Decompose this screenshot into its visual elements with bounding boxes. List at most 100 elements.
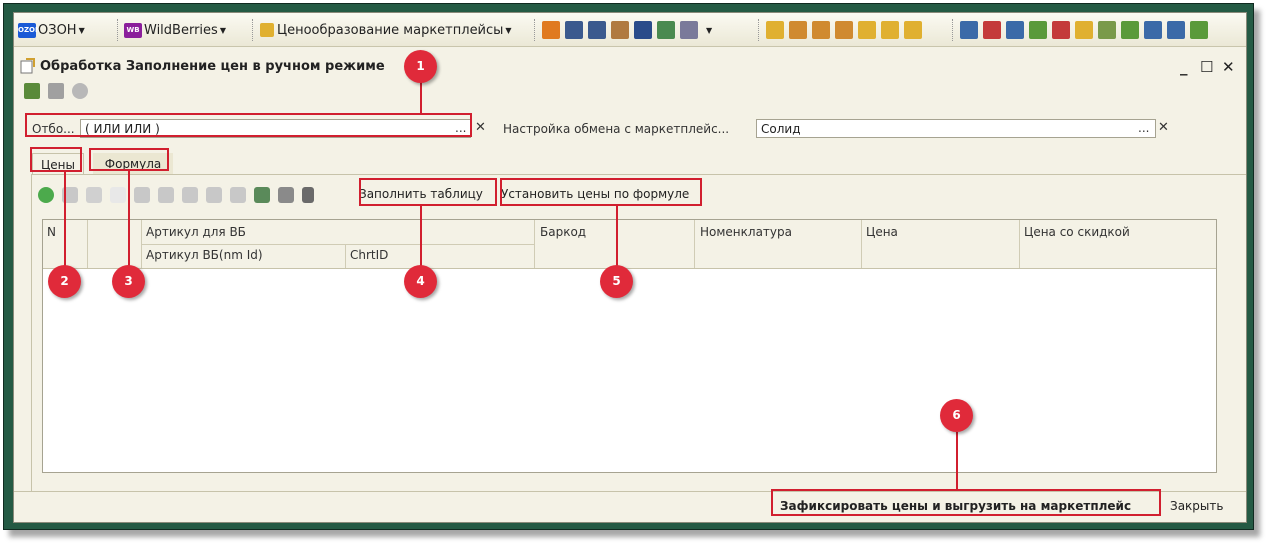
- prices-table[interactable]: N Артикул для ВБ Артикул ВБ(nm Id) ChrtI…: [42, 219, 1217, 473]
- check-all-icon[interactable]: [254, 187, 270, 203]
- close-button[interactable]: Закрыть: [1170, 499, 1223, 513]
- wildberries-menu[interactable]: WB WildBerries ▼: [124, 19, 228, 41]
- printer-icon[interactable]: [565, 21, 583, 39]
- swap-icon[interactable]: [1121, 21, 1139, 39]
- toolbar-separator: [534, 19, 538, 41]
- edit-icon[interactable]: [86, 187, 102, 203]
- swap-icon[interactable]: [1029, 21, 1047, 39]
- table-command-bar: [38, 184, 322, 206]
- toolbar-icons-3: [960, 19, 1213, 41]
- column-divider: [345, 244, 346, 268]
- column-header-barcode[interactable]: Баркод: [540, 225, 586, 239]
- table-icon[interactable]: [657, 21, 675, 39]
- exchange-icon[interactable]: [1006, 21, 1024, 39]
- exchange-value: Солид: [761, 122, 801, 136]
- column-header-article-wb[interactable]: Артикул для ВБ: [146, 225, 246, 239]
- toolbar-separator: [117, 19, 121, 41]
- move-down-icon[interactable]: [182, 187, 198, 203]
- highlight-filter-field: [25, 113, 472, 137]
- exchange-icon[interactable]: [960, 21, 978, 39]
- uncheck-all-icon[interactable]: [278, 187, 294, 203]
- minimize-icon[interactable]: _: [1180, 58, 1188, 76]
- end-edit-icon[interactable]: [134, 187, 150, 203]
- delete-icon[interactable]: [110, 187, 126, 203]
- column-header-chrtid[interactable]: ChrtID: [350, 248, 388, 262]
- add-icon[interactable]: [38, 187, 54, 203]
- user-coins-icon[interactable]: [835, 21, 853, 39]
- books-icon[interactable]: [542, 21, 560, 39]
- column-divider: [1019, 220, 1020, 268]
- application-window: OZON ОЗОН ▼ WB WildBerries ▼ Ценообразов…: [13, 12, 1247, 523]
- callout-connector-4: [420, 206, 422, 269]
- form-toolbar: [24, 83, 96, 103]
- exchange-select-button[interactable]: ...: [1138, 121, 1149, 135]
- maximize-icon[interactable]: ☐: [1200, 58, 1213, 76]
- document-refresh-icon[interactable]: [1167, 21, 1185, 39]
- toolbar-icons-2: [766, 19, 927, 41]
- callout-connector-6: [956, 432, 958, 489]
- swap-icon[interactable]: [1052, 21, 1070, 39]
- coins-icon[interactable]: [1075, 21, 1093, 39]
- pricing-menu-label: Ценообразование маркетплейсы: [277, 22, 504, 38]
- callout-badge-3: 3: [112, 265, 145, 298]
- callout-badge-4: 4: [404, 265, 437, 298]
- ozon-menu-label: ОЗОН: [38, 22, 77, 38]
- swap-icon[interactable]: [983, 21, 1001, 39]
- window-title: Обработка Заполнение цен в ручном режиме: [40, 59, 385, 74]
- sort-desc-icon[interactable]: [230, 187, 246, 203]
- column-header-nomenclature[interactable]: Номенклатура: [700, 225, 792, 239]
- user-coins-icon[interactable]: [789, 21, 807, 39]
- columns-menu-icon[interactable]: [302, 187, 314, 203]
- pricing-menu[interactable]: Ценообразование маркетплейсы ▼: [260, 19, 514, 41]
- sort-asc-icon[interactable]: [206, 187, 222, 203]
- outer-frame: OZON ОЗОН ▼ WB WildBerries ▼ Ценообразов…: [3, 3, 1254, 530]
- load-icon[interactable]: [48, 83, 64, 99]
- column-header-price[interactable]: Цена: [866, 225, 898, 239]
- filter-clear-icon[interactable]: ✕: [475, 120, 486, 135]
- table-header: N Артикул для ВБ Артикул ВБ(nm Id) ChrtI…: [43, 220, 1216, 269]
- callout-badge-5: 5: [600, 265, 633, 298]
- wildberries-menu-label: WildBerries: [144, 22, 218, 38]
- close-icon[interactable]: ✕: [1222, 58, 1235, 76]
- document-icon[interactable]: [1098, 21, 1116, 39]
- processing-icon: [20, 58, 36, 74]
- report-icon[interactable]: [611, 21, 629, 39]
- highlight-set-prices-formula-button: [500, 178, 702, 206]
- move-up-icon[interactable]: [158, 187, 174, 203]
- ozon-menu[interactable]: OZON ОЗОН ▼: [18, 19, 87, 41]
- printer-icon[interactable]: [588, 21, 606, 39]
- callout-connector-1: [420, 82, 422, 113]
- column-header-article-nmid[interactable]: Артикул ВБ(nm Id): [146, 248, 263, 262]
- callout-connector-5: [616, 206, 618, 269]
- exchange-label: Настройка обмена с маркетплейс...: [503, 122, 730, 136]
- coins-icon[interactable]: [766, 21, 784, 39]
- help-icon[interactable]: [72, 83, 88, 99]
- exchange-field[interactable]: Солид: [756, 119, 1156, 138]
- column-divider: [87, 220, 88, 268]
- column-header-price-discount[interactable]: Цена со скидкой: [1024, 225, 1130, 239]
- exchange-clear-icon[interactable]: ✕: [1158, 120, 1169, 135]
- bank-icon[interactable]: [858, 21, 876, 39]
- highlight-commit-upload-button: [771, 489, 1161, 516]
- chevron-down-icon: ▼: [219, 25, 226, 35]
- chevron-down-icon[interactable]: ▼: [706, 26, 712, 35]
- add-document-icon[interactable]: [1190, 21, 1208, 39]
- highlight-tab-formula: [89, 148, 169, 171]
- save-icon[interactable]: [24, 83, 40, 99]
- highlight-tab-prices: [30, 147, 82, 172]
- users-icon[interactable]: [634, 21, 652, 39]
- user-coins-icon[interactable]: [812, 21, 830, 39]
- coins-hand-icon[interactable]: [881, 21, 899, 39]
- signature-icon[interactable]: [680, 21, 698, 39]
- ozon-logo-icon: OZON: [18, 22, 41, 38]
- toolbar-icons-1: ▼: [542, 19, 712, 41]
- header-row-divider: [141, 244, 534, 245]
- toolbar-separator: [952, 19, 956, 41]
- column-header-n[interactable]: N: [47, 225, 56, 239]
- column-divider: [534, 220, 535, 268]
- coins-icon[interactable]: [904, 21, 922, 39]
- callout-badge-2: 2: [48, 265, 81, 298]
- document-edit-icon[interactable]: [1144, 21, 1162, 39]
- callout-connector-3: [128, 171, 130, 269]
- toolbar-separator: [758, 19, 762, 41]
